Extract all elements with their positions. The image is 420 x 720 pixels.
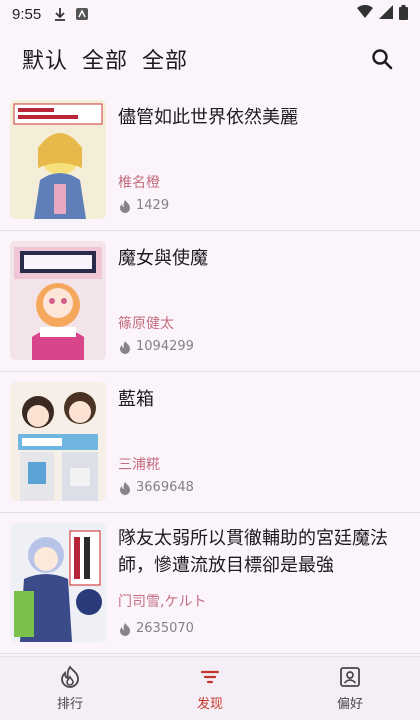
flame-icon: [120, 622, 130, 636]
signal-icon: [379, 5, 393, 23]
comic-title[interactable]: 藍箱: [118, 386, 410, 413]
flame-icon: [120, 340, 130, 354]
download-icon: [53, 7, 67, 21]
comic-author[interactable]: 三浦糀: [118, 454, 160, 474]
comic-author[interactable]: 门司雪,ケルト: [118, 591, 206, 611]
manga-cover-image: [10, 241, 106, 360]
app-bar: 默认 全部 全部: [0, 28, 420, 90]
status-bar: 9:55: [0, 0, 420, 28]
category-filter-label[interactable]: 全部: [82, 43, 128, 75]
list-item[interactable]: 藍箱 三浦糀 3669648: [0, 372, 420, 513]
view-count: 2635070: [118, 621, 194, 636]
list-item[interactable]: 隊友太弱所以貫徹輔助的宮廷魔法師，慘遭流放目標卻是最強 门司雪,ケルト 2635…: [0, 513, 420, 654]
status-time: 9:55: [12, 5, 42, 23]
flame-icon: [120, 199, 130, 213]
view-count-value: 3669648: [136, 480, 194, 495]
app-notification-icon: [75, 7, 89, 21]
filter-icon: [198, 665, 222, 689]
comic-author[interactable]: 椎名橙: [118, 172, 160, 192]
view-count: 1429: [118, 198, 169, 213]
search-icon: [372, 49, 393, 70]
flame-icon: [58, 665, 82, 689]
view-count-value: 2635070: [136, 621, 194, 636]
list-item[interactable]: 儘管如此世界依然美麗 椎名橙 1429: [0, 90, 420, 231]
bottom-navigation: 排行 发现 偏好: [0, 656, 420, 720]
filter-title[interactable]: 默认 全部 全部: [22, 43, 188, 75]
flame-icon: [120, 481, 130, 495]
view-count: 1094299: [118, 339, 194, 354]
manga-cover-image: [10, 100, 106, 219]
nav-ranking[interactable]: 排行: [0, 657, 140, 720]
manga-cover-image: [10, 523, 106, 642]
view-count-value: 1429: [136, 198, 170, 213]
nav-preferences[interactable]: 偏好: [280, 657, 420, 720]
item-info: 儘管如此世界依然美麗 椎名橙 1429: [118, 100, 410, 220]
view-count: 3669648: [118, 480, 194, 495]
item-info: 魔女與使魔 篠原健太 1094299: [118, 241, 410, 361]
profile-icon: [338, 665, 362, 689]
comic-title[interactable]: 魔女與使魔: [118, 245, 410, 272]
status-filter-label[interactable]: 全部: [142, 43, 188, 75]
comic-title[interactable]: 隊友太弱所以貫徹輔助的宮廷魔法師，慘遭流放目標卻是最強: [118, 525, 410, 579]
item-info: 藍箱 三浦糀 3669648: [118, 382, 410, 502]
item-info: 隊友太弱所以貫徹輔助的宮廷魔法師，慘遭流放目標卻是最強 门司雪,ケルト 2635…: [118, 523, 410, 643]
list-item[interactable]: 魔女與使魔 篠原健太 1094299: [0, 231, 420, 372]
manga-cover-image: [10, 382, 106, 501]
wifi-icon: [357, 4, 373, 23]
battery-icon: [399, 4, 408, 24]
nav-ranking-label: 排行: [56, 697, 83, 712]
search-button[interactable]: [366, 43, 398, 75]
comic-author[interactable]: 篠原健太: [118, 313, 174, 333]
nav-discover[interactable]: 发现: [140, 657, 280, 720]
status-indicators: [357, 4, 408, 24]
comic-list: 儘管如此世界依然美麗 椎名橙 1429 魔女與使魔 篠原健太 1094299 藍…: [0, 90, 420, 656]
view-count-value: 1094299: [136, 339, 194, 354]
nav-preferences-label: 偏好: [336, 697, 363, 712]
comic-title[interactable]: 儘管如此世界依然美麗: [118, 104, 410, 131]
sort-filter-label[interactable]: 默认: [22, 43, 68, 75]
nav-discover-label: 发现: [196, 697, 223, 712]
